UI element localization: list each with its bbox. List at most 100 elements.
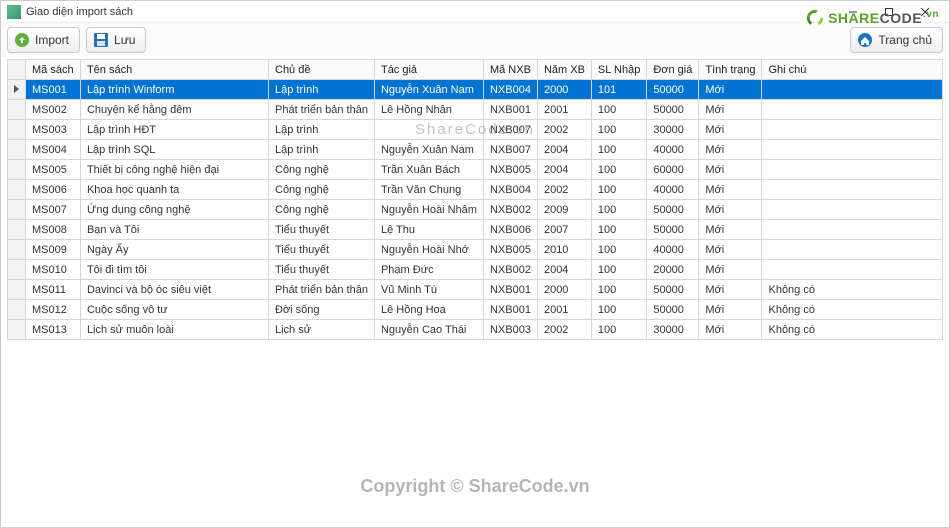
cell-sl[interactable]: 100 [591, 300, 646, 320]
cell-gc[interactable] [762, 220, 943, 240]
cell-ten[interactable]: Lập trình HĐT [80, 120, 268, 140]
cell-gc[interactable] [762, 180, 943, 200]
cell-tt[interactable]: Mới [699, 120, 762, 140]
table-row[interactable]: MS006Khoa học quanh taCông nghệTrần Văn … [8, 180, 943, 200]
cell-cd[interactable]: Phát triển bản thân [269, 280, 375, 300]
column-header[interactable]: Đơn giá [647, 60, 699, 80]
cell-cd[interactable]: Lịch sử [269, 320, 375, 340]
table-row[interactable]: MS013Lịch sử muôn loàiLịch sửNguyễn Cao … [8, 320, 943, 340]
cell-gia[interactable]: 40000 [647, 240, 699, 260]
cell-nam[interactable]: 2009 [537, 200, 591, 220]
cell-ma[interactable]: MS003 [26, 120, 81, 140]
cell-tg[interactable]: Nguyễn Xuân Nam [374, 140, 483, 160]
cell-sl[interactable]: 100 [591, 240, 646, 260]
cell-ma[interactable]: MS002 [26, 100, 81, 120]
cell-tt[interactable]: Mới [699, 140, 762, 160]
cell-tg[interactable]: Phạm Đức [374, 260, 483, 280]
cell-tg[interactable]: Lê Hồng Hoa [374, 300, 483, 320]
cell-gia[interactable]: 60000 [647, 160, 699, 180]
table-row[interactable]: MS002Chuyện kể hằng đêmPhát triển bản th… [8, 100, 943, 120]
cell-gc[interactable] [762, 260, 943, 280]
row-header[interactable] [8, 240, 26, 260]
cell-nam[interactable]: 2001 [537, 300, 591, 320]
cell-gia[interactable]: 50000 [647, 300, 699, 320]
cell-gc[interactable] [762, 240, 943, 260]
cell-nam[interactable]: 2000 [537, 280, 591, 300]
column-header[interactable]: Tác giả [374, 60, 483, 80]
cell-tt[interactable]: Mới [699, 280, 762, 300]
cell-gia[interactable]: 30000 [647, 120, 699, 140]
cell-gia[interactable]: 50000 [647, 100, 699, 120]
cell-nxb[interactable]: NXB001 [483, 100, 537, 120]
import-button[interactable]: Import [7, 27, 80, 53]
cell-tg[interactable]: Nguyễn Hoài Nhớ [374, 240, 483, 260]
cell-tt[interactable]: Mới [699, 180, 762, 200]
cell-ma[interactable]: MS012 [26, 300, 81, 320]
cell-sl[interactable]: 100 [591, 320, 646, 340]
cell-tg[interactable]: Lê Hồng Nhân [374, 100, 483, 120]
cell-gia[interactable]: 50000 [647, 200, 699, 220]
cell-gc[interactable]: Không có [762, 300, 943, 320]
cell-tg[interactable]: Trần Xuân Bách [374, 160, 483, 180]
cell-nxb[interactable]: NXB005 [483, 240, 537, 260]
cell-tg[interactable]: Nguyễn Cao Thái [374, 320, 483, 340]
cell-cd[interactable]: Lập trình [269, 140, 375, 160]
cell-tt[interactable]: Mới [699, 80, 762, 100]
cell-nxb[interactable]: NXB007 [483, 140, 537, 160]
cell-tt[interactable]: Mới [699, 320, 762, 340]
column-header[interactable]: Tên sách [80, 60, 268, 80]
cell-cd[interactable]: Phát triển bản thân [269, 100, 375, 120]
row-header[interactable] [8, 200, 26, 220]
cell-ten[interactable]: Tôi đi tìm tôi [80, 260, 268, 280]
cell-ten[interactable]: Thiết bị công nghệ hiện đại [80, 160, 268, 180]
home-button[interactable]: Trang chủ [850, 27, 943, 53]
cell-tg[interactable] [374, 120, 483, 140]
data-grid[interactable]: Mã sáchTên sáchChủ đềTác giảMã NXBNăm XB… [7, 59, 943, 521]
cell-nam[interactable]: 2010 [537, 240, 591, 260]
column-header[interactable]: Tình trạng [699, 60, 762, 80]
cell-ten[interactable]: Lịch sử muôn loài [80, 320, 268, 340]
cell-cd[interactable]: Công nghệ [269, 200, 375, 220]
row-header[interactable] [8, 260, 26, 280]
cell-tg[interactable]: Nguyễn Hoài Nhâm [374, 200, 483, 220]
cell-gc[interactable] [762, 160, 943, 180]
cell-sl[interactable]: 100 [591, 120, 646, 140]
column-header[interactable]: Năm XB [537, 60, 591, 80]
cell-ma[interactable]: MS007 [26, 200, 81, 220]
cell-cd[interactable]: Lập trình [269, 80, 375, 100]
cell-nxb[interactable]: NXB006 [483, 220, 537, 240]
cell-ma[interactable]: MS008 [26, 220, 81, 240]
table-row[interactable]: MS004Lập trình SQLLập trìnhNguyễn Xuân N… [8, 140, 943, 160]
cell-nam[interactable]: 2002 [537, 180, 591, 200]
cell-ten[interactable]: Cuộc sống vô tư [80, 300, 268, 320]
cell-ten[interactable]: Ngày Ấy [80, 240, 268, 260]
table-row[interactable]: MS007Ứng dụng công nghệCông nghệNguyễn H… [8, 200, 943, 220]
cell-gia[interactable]: 30000 [647, 320, 699, 340]
cell-sl[interactable]: 100 [591, 220, 646, 240]
cell-gia[interactable]: 40000 [647, 180, 699, 200]
cell-ten[interactable]: Lập trình Winform [80, 80, 268, 100]
column-header[interactable]: Mã NXB [483, 60, 537, 80]
cell-tg[interactable]: Nguyễn Xuân Nam [374, 80, 483, 100]
row-header[interactable] [8, 220, 26, 240]
cell-sl[interactable]: 101 [591, 80, 646, 100]
cell-nxb[interactable]: NXB002 [483, 260, 537, 280]
cell-tt[interactable]: Mới [699, 260, 762, 280]
table-row[interactable]: MS012Cuộc sống vô tưĐời sốngLê Hồng HoaN… [8, 300, 943, 320]
cell-nxb[interactable]: NXB007 [483, 120, 537, 140]
cell-sl[interactable]: 100 [591, 160, 646, 180]
cell-sl[interactable]: 100 [591, 180, 646, 200]
cell-cd[interactable]: Tiểu thuyết [269, 220, 375, 240]
cell-nam[interactable]: 2004 [537, 160, 591, 180]
column-header[interactable]: Chủ đề [269, 60, 375, 80]
cell-gia[interactable]: 50000 [647, 280, 699, 300]
cell-tt[interactable]: Mới [699, 200, 762, 220]
row-header[interactable] [8, 300, 26, 320]
cell-cd[interactable]: Lập trình [269, 120, 375, 140]
table-row[interactable]: MS009Ngày ẤyTiểu thuyếtNguyễn Hoài NhớNX… [8, 240, 943, 260]
cell-cd[interactable]: Tiểu thuyết [269, 240, 375, 260]
cell-nam[interactable]: 2007 [537, 220, 591, 240]
table-row[interactable]: MS011Davinci và bộ óc siêu việtPhát triể… [8, 280, 943, 300]
cell-gc[interactable]: Không có [762, 280, 943, 300]
cell-gc[interactable] [762, 120, 943, 140]
